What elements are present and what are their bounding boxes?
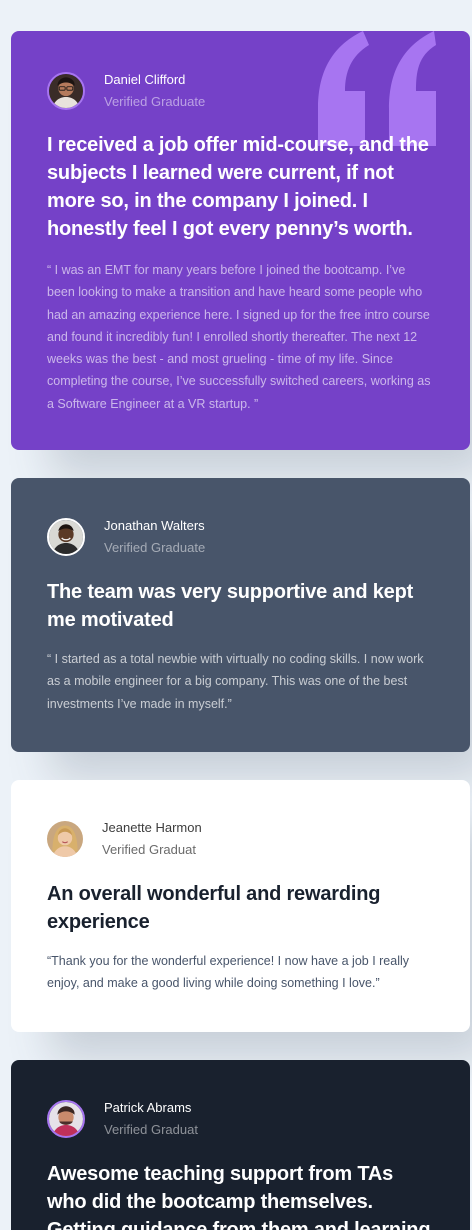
testimonial-headline: Awesome teaching support from TAs who di…	[47, 1163, 431, 1230]
testimonial-headline: I received a job offer mid-course, and t…	[47, 134, 429, 240]
avatar	[47, 1100, 85, 1138]
avatar	[47, 72, 85, 110]
testimonial-card-patrick: Patrick Abrams Verified Graduat Awesome …	[11, 1060, 470, 1230]
avatar	[47, 821, 83, 857]
testimonial-header: Jonathan Walters Verified Graduate	[47, 516, 434, 558]
author-role: Verified Graduate	[104, 540, 206, 555]
testimonial-quote: “ I started as a total newbie with virtu…	[47, 652, 424, 711]
author-name: Jeanette Harmon	[102, 820, 202, 835]
testimonial-card-daniel: Daniel Clifford Verified Graduate I rece…	[11, 31, 470, 450]
testimonial-headline: The team was very supportive and kept me…	[47, 581, 414, 631]
author-role: Verified Graduat	[102, 842, 196, 857]
testimonial-quote: “ I was an EMT for many years before I j…	[47, 263, 431, 411]
author-role: Verified Graduate	[104, 94, 206, 109]
testimonial-card-jeanette: Jeanette Harmon Verified Graduat An over…	[11, 780, 470, 1032]
testimonial-header: Jeanette Harmon Verified Graduat	[47, 818, 434, 860]
testimonial-header: Patrick Abrams Verified Graduat	[47, 1098, 434, 1140]
author-role: Verified Graduat	[104, 1122, 198, 1137]
author-name: Patrick Abrams	[104, 1100, 192, 1115]
testimonial-card-jonathan: Jonathan Walters Verified Graduate The t…	[11, 478, 470, 752]
testimonial-headline: An overall wonderful and rewarding exper…	[47, 883, 381, 933]
avatar	[47, 518, 85, 556]
testimonial-quote: “Thank you for the wonderful experience!…	[47, 954, 410, 991]
testimonial-header: Daniel Clifford Verified Graduate	[47, 70, 434, 112]
author-name: Daniel Clifford	[104, 72, 186, 87]
author-name: Jonathan Walters	[104, 518, 205, 533]
